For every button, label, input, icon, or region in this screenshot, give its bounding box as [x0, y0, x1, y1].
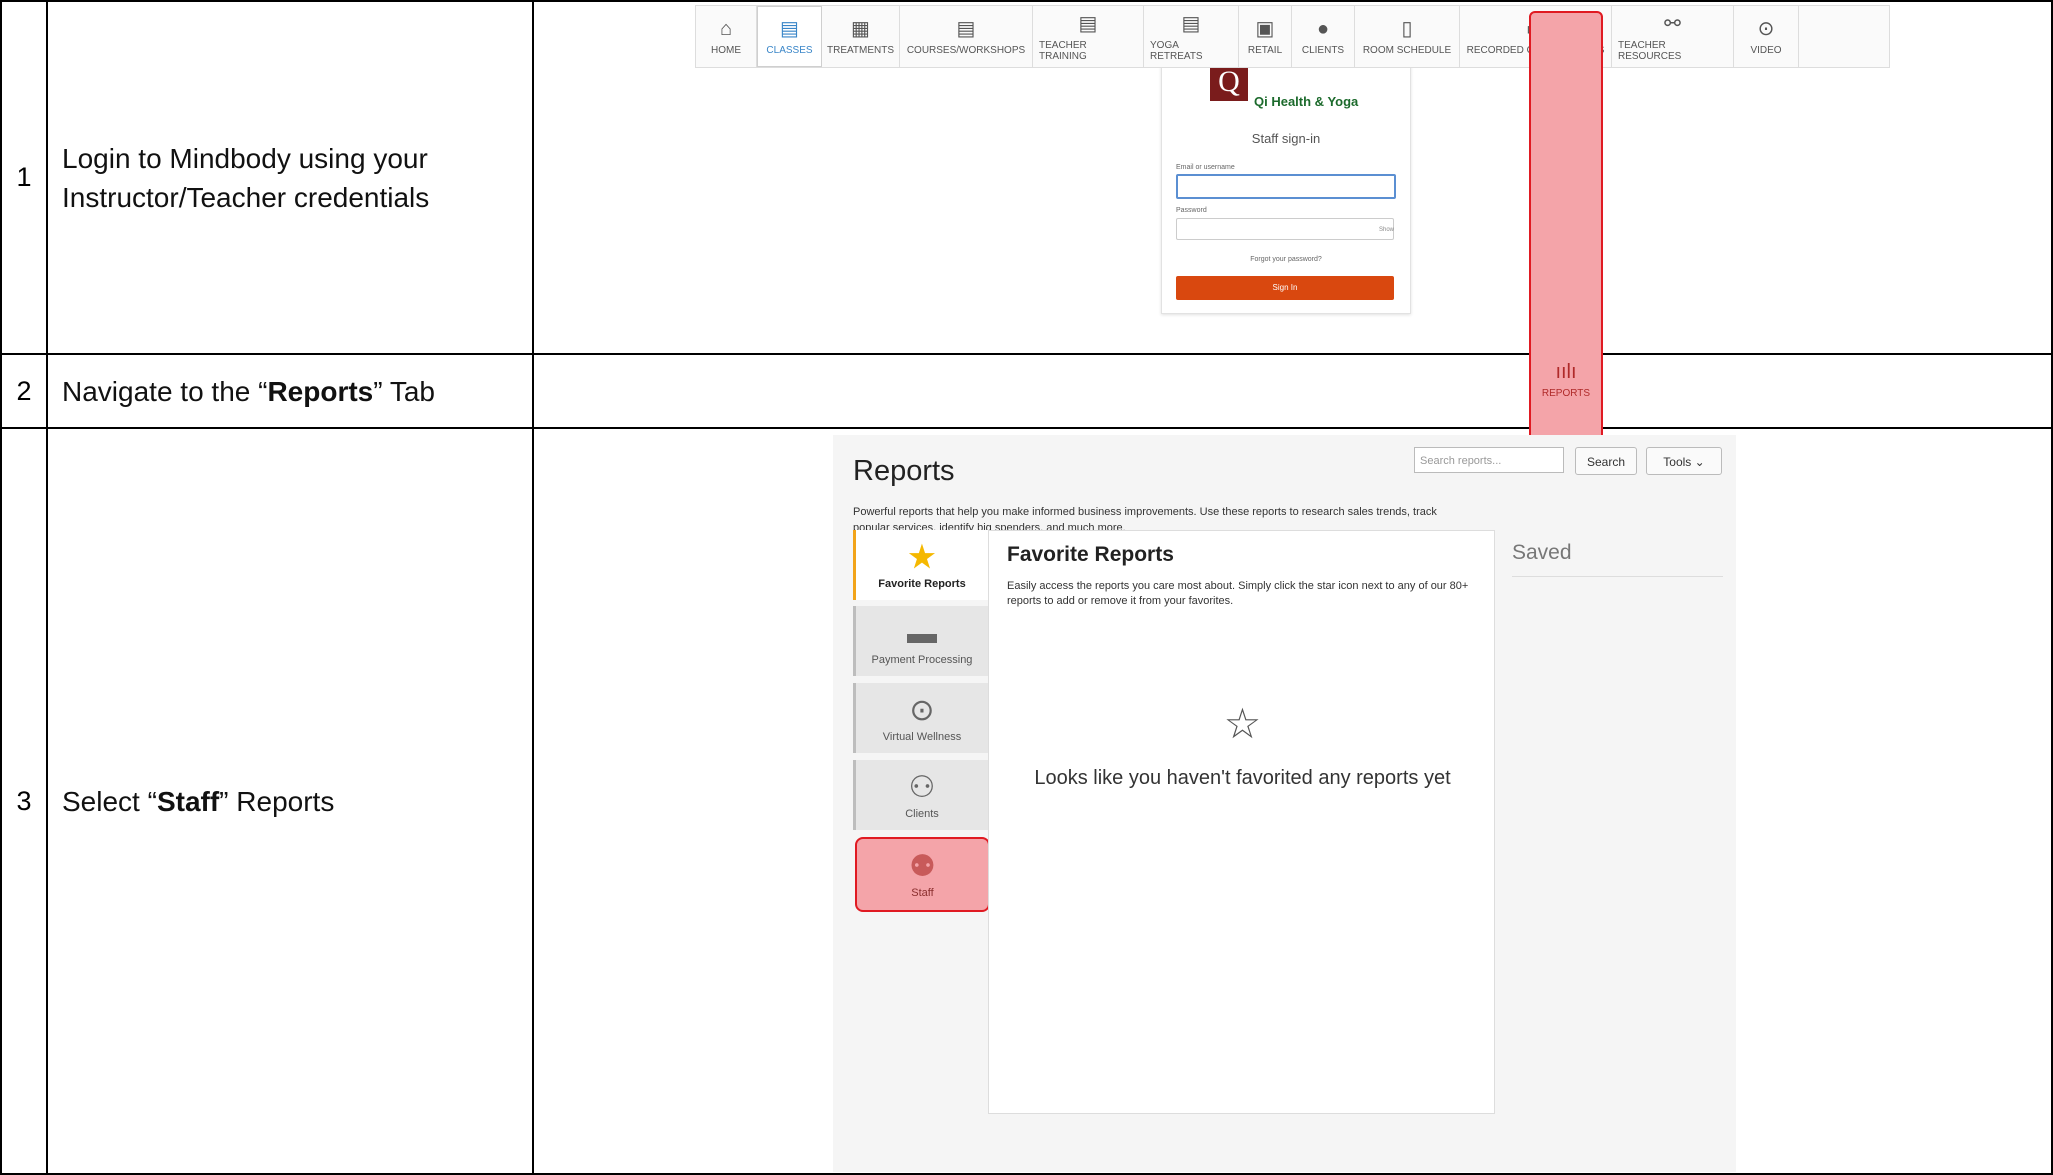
bar-chart-icon: ıılı: [1555, 361, 1577, 383]
door-icon: ▯: [1401, 18, 1413, 40]
nav-tab-retail[interactable]: ▣ RETAIL: [1239, 6, 1292, 67]
sidebar-item-label: Staff: [911, 887, 934, 899]
home-icon: ⌂: [719, 18, 733, 40]
nav-tab-teacher-resources[interactable]: ⚯ TEACHER RESOURCES: [1612, 6, 1734, 67]
nav-tab-label: REPORTS: [1541, 388, 1591, 399]
sidebar-item-virtual-wellness[interactable]: ⊙ Virtual Wellness: [853, 683, 988, 753]
main-nav: ⌂ HOME ▤ CLASSES ▦ TREATMENTS ▤ COURSES/WORKSHO…: [695, 5, 1890, 748]
empty-state-text: Looks like you haven't favorited any rep…: [1034, 767, 1451, 789]
nav-tab-courses-workshops[interactable]: ▤ COURSES/WORKSHOPS: [900, 6, 1033, 67]
nav-tab-label: HOME: [711, 45, 741, 56]
nav-tab-label: TEACHER RESOURCES: [1618, 39, 1682, 62]
login-card: Q Qi Health & Yoga Staff sign-in Email o…: [1161, 42, 1411, 314]
step-number: 3: [0, 427, 48, 1175]
step-number: 1: [0, 0, 48, 355]
step-description: Select “Staff” Reports: [46, 427, 534, 1175]
search-input[interactable]: Search reports...: [1414, 447, 1564, 473]
signin-title: Staff sign-in: [1251, 131, 1321, 146]
sidebar-item-favorite-reports[interactable]: ★ Favorite Reports: [853, 530, 988, 600]
sidebar-item-clients[interactable]: ⚇ Clients: [853, 760, 988, 830]
star-icon: ★: [908, 541, 936, 574]
search-button[interactable]: Search: [1575, 447, 1637, 475]
nav-tab-label: CLASSES: [766, 45, 813, 56]
user-icon: ●: [1316, 18, 1330, 40]
step-description: Login to Mindbody using your Instructor/…: [46, 0, 534, 355]
star-outline-icon: ☆: [1223, 700, 1262, 747]
nav-tab-label: COURSES/WORKSHOPS: [906, 45, 1026, 56]
logo-icon: Q: [1210, 63, 1248, 101]
nav-tab-room-schedule[interactable]: ▯ ROOM SCHEDULE: [1355, 6, 1460, 67]
nav-tab-label: TEACHER TRAINING: [1039, 39, 1087, 62]
calendar-icon: ▤: [780, 18, 799, 40]
sidebar-item-staff[interactable]: ⚉ Staff: [855, 837, 990, 912]
nav-tab-label: RETAIL: [1247, 45, 1283, 56]
sidebar-item-payment-processing[interactable]: ▬ Payment Processing: [853, 606, 988, 676]
nav-tab-clients[interactable]: ● CLIENTS: [1292, 6, 1355, 67]
nav-tab-label: YOGA RETREATS: [1150, 39, 1203, 62]
sidebar-item-label: Clients: [905, 808, 939, 820]
sidebar-item-label: Favorite Reports: [878, 578, 966, 590]
favorites-panel: Favorite Reports Easily access the repor…: [988, 530, 1495, 1114]
step-keyword: Staff: [156, 785, 220, 817]
password-field[interactable]: [1176, 218, 1394, 240]
saved-heading: Saved: [1512, 541, 1572, 564]
calendar-icon: ▤: [1181, 12, 1201, 35]
step-description: Navigate to the “Reports” Tab: [46, 353, 534, 429]
divider: [1512, 576, 1723, 577]
nav-tab-video[interactable]: ⊙ VIDEO: [1734, 6, 1799, 67]
credit-card-icon: ▬: [907, 617, 937, 650]
reports-page: Reports Search reports... Search Tools ⌄…: [833, 435, 1736, 1172]
nav-tab-label: VIDEO: [1750, 45, 1782, 56]
calendar-icon: ▦: [851, 18, 870, 40]
nav-tab-home[interactable]: ⌂ HOME: [696, 6, 757, 67]
calendar-icon: ▤: [1078, 12, 1098, 35]
step-row: 2 Navigate to the “Reports” Tab: [0, 353, 2053, 429]
favorites-heading: Favorite Reports: [1007, 543, 1174, 566]
tools-dropdown[interactable]: Tools ⌄: [1646, 447, 1722, 475]
step-number: 2: [0, 353, 48, 429]
calendar-icon: ▤: [956, 18, 976, 40]
favorites-description: Easily access the reports you care most …: [1007, 580, 1469, 607]
nav-tab-label: ROOM SCHEDULE: [1362, 45, 1452, 56]
play-circle-icon: ⊙: [909, 694, 935, 727]
email-field[interactable]: [1176, 174, 1396, 199]
nav-tab-label: TREATMENTS: [826, 45, 895, 56]
nav-tab-label: CLIENTS: [1301, 45, 1345, 56]
clients-icon: ⚇: [908, 771, 936, 804]
staff-icon: ⚉: [909, 850, 936, 883]
password-label: Password: [1176, 207, 1207, 214]
nav-tab-treatments[interactable]: ▦ TREATMENTS: [822, 6, 900, 67]
step-screenshot: [532, 353, 2053, 429]
link-icon: ⚯: [1664, 12, 1681, 35]
register-icon: ▣: [1255, 18, 1275, 40]
page-title: Reports: [853, 455, 955, 487]
nav-tab-teacher-training[interactable]: ▤ TEACHER TRAINING: [1033, 6, 1144, 67]
brand-name: Qi Health & Yoga: [1254, 94, 1359, 109]
forgot-password-link[interactable]: Forgot your password?: [1162, 256, 1410, 263]
email-label: Email or username: [1176, 164, 1235, 171]
play-icon: ⊙: [1757, 18, 1775, 40]
nav-tab-yoga-retreats[interactable]: ▤ YOGA RETREATS: [1144, 6, 1239, 67]
step-keyword: Reports: [267, 375, 374, 407]
nav-tab-classes[interactable]: ▤ CLASSES: [757, 6, 822, 67]
sidebar-item-label: Virtual Wellness: [882, 731, 962, 743]
sign-in-button[interactable]: Sign In: [1176, 276, 1394, 300]
sidebar-item-label: Payment Processing: [871, 654, 973, 666]
show-password-link[interactable]: Show: [1379, 227, 1394, 233]
